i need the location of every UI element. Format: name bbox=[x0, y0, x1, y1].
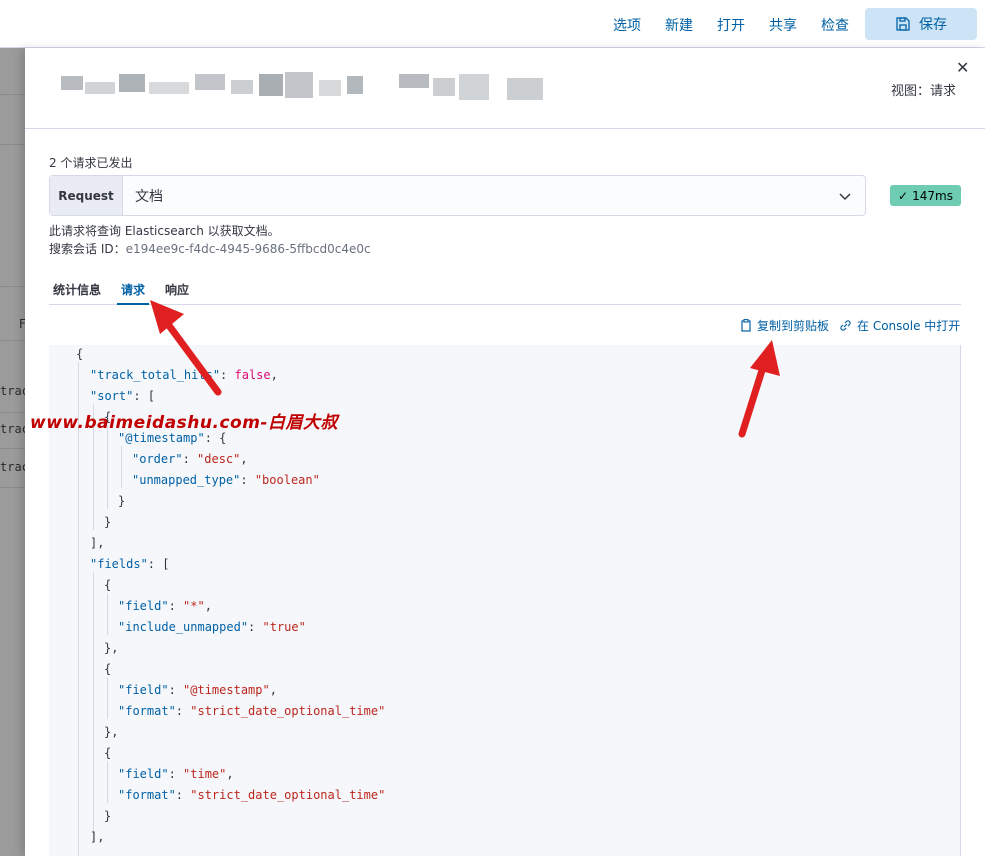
view-label[interactable]: 视图：请求 bbox=[891, 80, 956, 99]
console-link-icon bbox=[840, 320, 851, 331]
copy-label: 复制到剪贴板 bbox=[757, 319, 830, 333]
top-toolbar: 选项 新建 打开 共享 检查 保存 bbox=[0, 0, 985, 48]
code-line: { bbox=[104, 662, 112, 676]
code-line: ], bbox=[90, 536, 105, 550]
code-line: } bbox=[104, 809, 112, 823]
session-id-line: 搜索会话 ID：e194ee9c-f4dc-4945-9686-5ffbcd0c… bbox=[49, 240, 371, 257]
flyout-header: ✕ 视图：请求 bbox=[25, 48, 985, 129]
background-row-text: trac bbox=[0, 384, 25, 398]
code-line: { bbox=[104, 746, 112, 760]
code-line: "field": "*", bbox=[118, 599, 212, 613]
clipboard-icon bbox=[741, 319, 751, 332]
indent-guide bbox=[121, 446, 122, 488]
indent-guide bbox=[93, 572, 94, 842]
code-line: }, bbox=[104, 725, 119, 739]
save-button[interactable]: 保存 bbox=[865, 8, 977, 40]
check-icon: ✓ bbox=[898, 188, 909, 203]
annotation-arrow-icon bbox=[150, 300, 222, 396]
code-line: { bbox=[76, 347, 84, 361]
code-line: }, bbox=[104, 641, 119, 655]
code-line: { bbox=[104, 578, 112, 592]
background-row-text: trac bbox=[0, 460, 25, 474]
open-link[interactable]: 打开 bbox=[717, 15, 745, 35]
code-scrollbar-track[interactable] bbox=[960, 345, 961, 856]
code-line: "format": "strict_date_optional_time" bbox=[118, 788, 386, 802]
requests-sent-text: 2 个请求已发出 bbox=[49, 156, 133, 170]
background-row-text: trac bbox=[0, 422, 25, 436]
indent-guide bbox=[107, 761, 108, 803]
code-line: } bbox=[118, 494, 126, 508]
code-line: "format": "strict_date_optional_time" bbox=[118, 704, 386, 718]
tab-stats[interactable]: 统计信息 bbox=[53, 281, 101, 298]
watermark-text: www.baimeidashu.com-白眉大叔 bbox=[30, 413, 338, 433]
open-in-console-button[interactable]: 在 Console 中打开 bbox=[839, 317, 960, 334]
duration-text: 147ms bbox=[912, 188, 953, 203]
code-line: "@timestamp": { bbox=[118, 431, 227, 445]
duration-badge: ✓ 147ms bbox=[890, 185, 961, 206]
code-line: "include_unmapped": "true" bbox=[118, 620, 306, 634]
blurred-title bbox=[55, 70, 555, 102]
request-select[interactable]: Request 文档 bbox=[49, 175, 866, 216]
indent-guide bbox=[78, 362, 79, 856]
annotation-arrow-icon bbox=[738, 340, 780, 438]
code-line: } bbox=[104, 515, 112, 529]
close-icon[interactable]: ✕ bbox=[956, 58, 969, 77]
code-line: "order": "desc", bbox=[132, 452, 248, 466]
code-line: "field": "@timestamp", bbox=[118, 683, 277, 697]
new-link[interactable]: 新建 bbox=[665, 15, 693, 35]
code-line: "unmapped_type": "boolean" bbox=[132, 473, 320, 487]
save-icon bbox=[896, 17, 910, 31]
indent-guide bbox=[107, 677, 108, 719]
request-description: 此请求将查询 Elasticsearch 以获取文档。 bbox=[49, 224, 280, 238]
options-link[interactable]: 选项 bbox=[613, 15, 641, 35]
indent-guide bbox=[107, 425, 108, 509]
chevron-down-icon[interactable] bbox=[825, 176, 865, 215]
session-id-value: e194ee9c-f4dc-4945-9686-5ffbcd0c4e0c bbox=[125, 242, 371, 256]
inspector-flyout: ✕ 视图：请求 2 个请求已发出 Request 文档 ✓ 147ms 此请求将… bbox=[25, 48, 985, 856]
code-line: ], bbox=[90, 830, 105, 844]
share-link[interactable]: 共享 bbox=[769, 15, 797, 35]
code-line: "field": "time", bbox=[118, 767, 234, 781]
copy-to-clipboard-button[interactable]: 复制到剪贴板 bbox=[740, 317, 829, 334]
code-line: "fields": [ bbox=[90, 557, 170, 571]
session-id-label: 搜索会话 ID： bbox=[49, 242, 126, 256]
console-label: 在 Console 中打开 bbox=[857, 319, 961, 333]
background-page-overlay: F trac trac trac bbox=[0, 48, 25, 856]
indent-guide bbox=[107, 593, 108, 635]
request-select-prepend: Request bbox=[50, 176, 123, 215]
request-select-value: 文档 bbox=[135, 188, 163, 205]
save-button-label: 保存 bbox=[919, 17, 947, 33]
inspect-link[interactable]: 检查 bbox=[821, 15, 849, 35]
